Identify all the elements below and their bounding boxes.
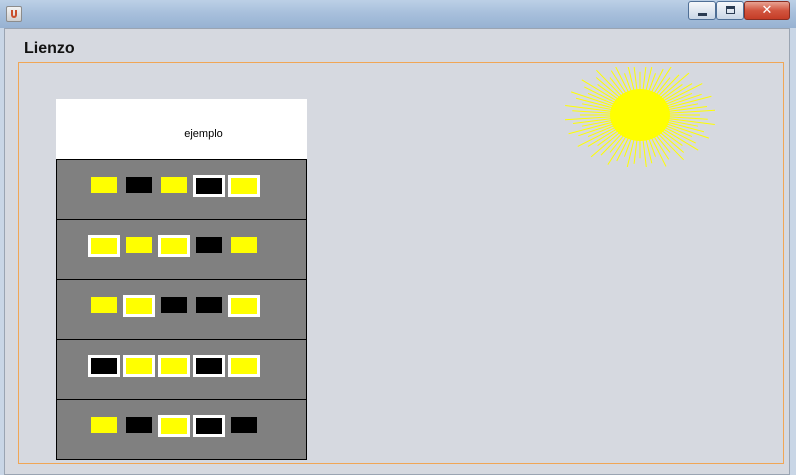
window-2-5 <box>231 237 257 253</box>
window-4-1 <box>88 355 120 377</box>
sun-icon <box>565 67 715 167</box>
window-5-1 <box>91 417 117 433</box>
window-5-3 <box>158 415 190 437</box>
panel-title: Lienzo <box>24 40 75 57</box>
window-3-1 <box>91 297 117 313</box>
building-label: ejemplo <box>184 128 223 140</box>
floor-3 <box>56 279 307 340</box>
window-2-4 <box>196 237 222 253</box>
java-cup-icon[interactable] <box>6 6 22 22</box>
window-1-2 <box>126 177 152 193</box>
building-header: ejemplo <box>56 99 307 160</box>
maximize-icon <box>726 6 735 14</box>
window-1-5 <box>228 175 260 197</box>
window-1-1 <box>91 177 117 193</box>
window-1-3 <box>161 177 187 193</box>
close-button[interactable]: ✕ <box>744 1 790 20</box>
minimize-icon <box>698 13 707 16</box>
window-4-3 <box>158 355 190 377</box>
window-3-4 <box>196 297 222 313</box>
window-2-1 <box>88 235 120 257</box>
window-2-2 <box>126 237 152 253</box>
floor-1 <box>56 159 307 220</box>
minimize-button[interactable] <box>688 1 716 20</box>
window-content: Lienzo ejemplo <box>4 28 790 475</box>
floor-2 <box>56 219 307 280</box>
window-5-5 <box>231 417 257 433</box>
window-4-2 <box>123 355 155 377</box>
window-5-2 <box>126 417 152 433</box>
maximize-button[interactable] <box>716 1 744 20</box>
window-5-4 <box>193 415 225 437</box>
window-1-4 <box>193 175 225 197</box>
window-3-5 <box>228 295 260 317</box>
building: ejemplo <box>56 99 307 460</box>
window-3-3 <box>161 297 187 313</box>
window-3-2 <box>123 295 155 317</box>
window-4-5 <box>228 355 260 377</box>
window-2-3 <box>158 235 190 257</box>
floor-4 <box>56 339 307 400</box>
window-4-4 <box>193 355 225 377</box>
title-bar: ✕ <box>0 0 796 28</box>
close-icon: ✕ <box>761 3 773 18</box>
sun-disc <box>610 89 670 141</box>
floor-5 <box>56 399 307 460</box>
